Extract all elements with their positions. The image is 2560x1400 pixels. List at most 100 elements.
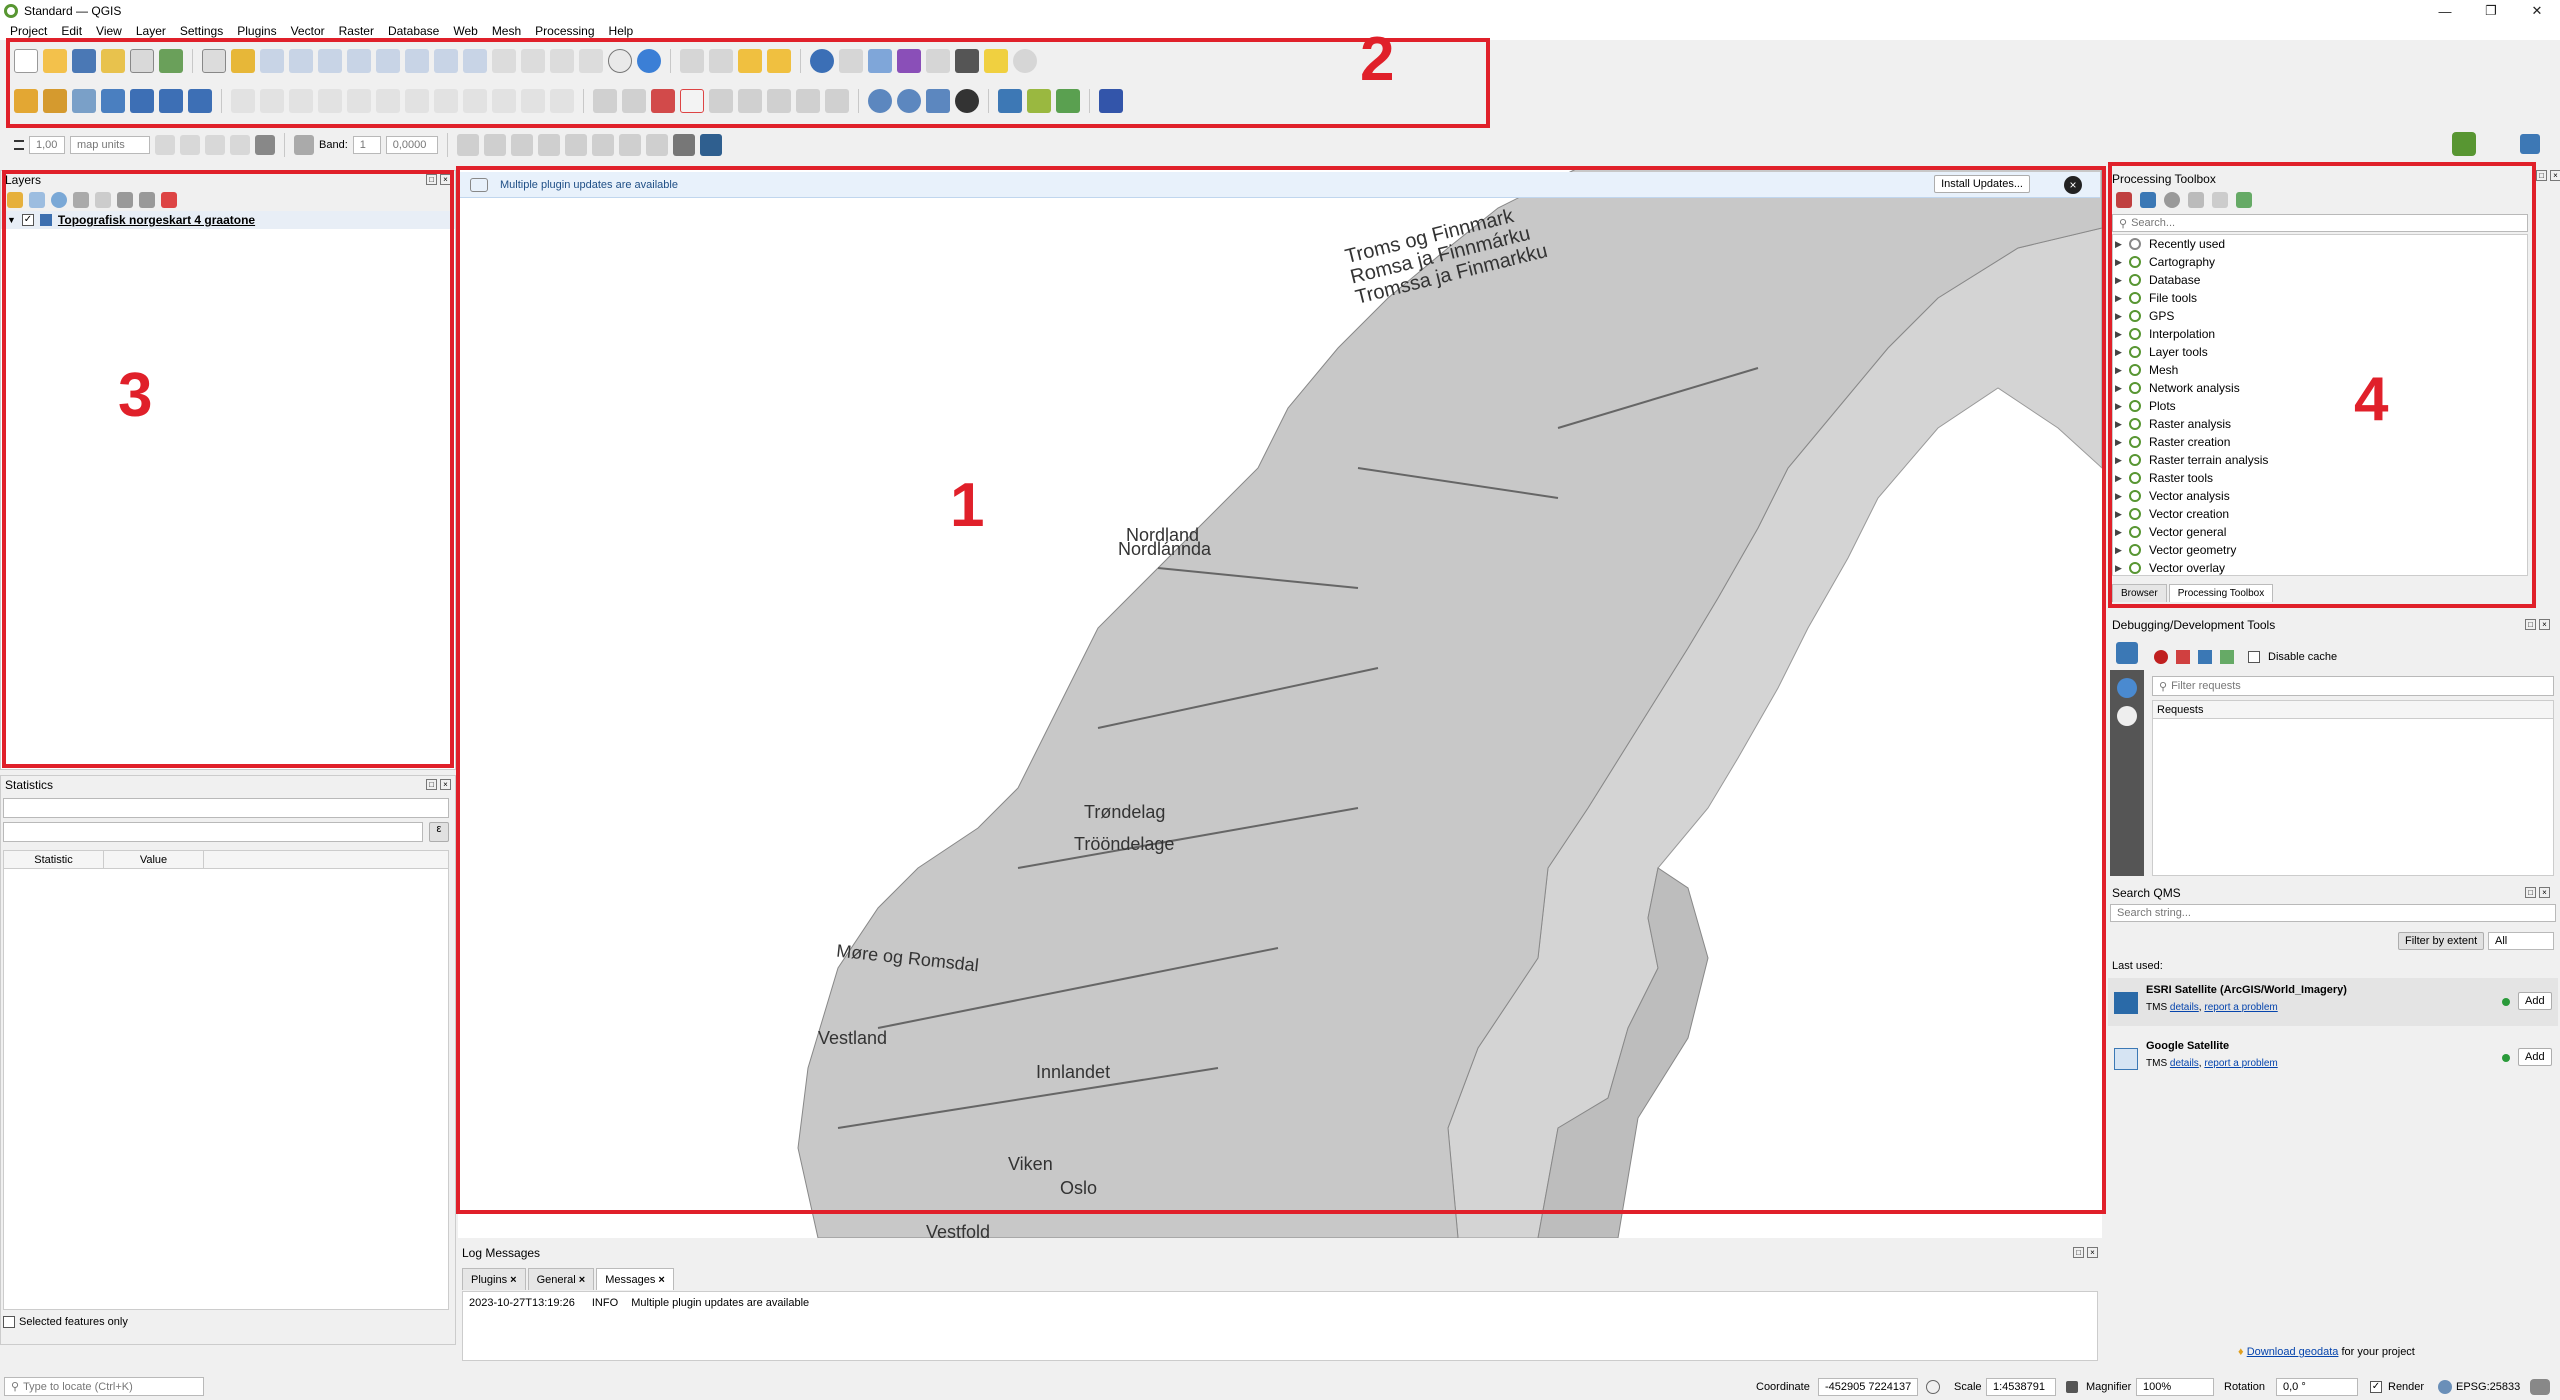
remove-layer-icon[interactable] <box>161 192 177 208</box>
selected-only-checkbox[interactable] <box>3 1316 15 1328</box>
locator-search-icon[interactable] <box>2452 132 2476 156</box>
qms-icon[interactable] <box>926 89 950 113</box>
annotation-3-icon[interactable] <box>510 134 533 156</box>
toggle-extents-icon[interactable] <box>1926 1380 1940 1394</box>
metasearch-icon[interactable] <box>897 89 921 113</box>
vertex-tool-icon[interactable] <box>347 89 371 113</box>
menu-settings[interactable]: Settings <box>180 24 223 38</box>
collapse-all-icon[interactable] <box>139 192 155 208</box>
models-icon[interactable] <box>2116 192 2132 208</box>
move-label-icon[interactable] <box>738 89 762 113</box>
service-report-link[interactable]: report a problem <box>2204 1002 2277 1013</box>
deselect-icon[interactable] <box>738 49 762 73</box>
download-geodata-link[interactable]: Download geodata <box>2247 1346 2339 1358</box>
service-report-link[interactable]: report a problem <box>2204 1058 2277 1069</box>
tree-plots[interactable]: ▶ Plots <box>2115 397 2525 415</box>
attribute-table-icon[interactable] <box>839 49 863 73</box>
restore-button[interactable]: ❐ <box>2468 0 2514 22</box>
menu-mesh[interactable]: Mesh <box>492 24 521 38</box>
float-qms-icon[interactable]: □ <box>2525 887 2536 898</box>
disable-cache-checkbox[interactable] <box>2248 651 2260 663</box>
save-log-icon[interactable] <box>2198 650 2212 664</box>
scale-input[interactable]: 1:4538791 <box>1986 1378 2056 1396</box>
save-edits-icon[interactable] <box>289 89 313 113</box>
minimize-button[interactable]: — <box>2422 0 2468 22</box>
field-select[interactable] <box>3 822 423 842</box>
zoom-layer-icon[interactable] <box>376 49 400 73</box>
change-label-icon[interactable] <box>796 89 820 113</box>
options-wrench-icon[interactable] <box>2236 192 2252 208</box>
plugin-reloader-icon[interactable] <box>1027 89 1051 113</box>
add-raster-layer-icon[interactable] <box>101 89 125 113</box>
tree-vector-analysis[interactable]: ▶ Vector analysis <box>2115 487 2525 505</box>
add-vector-layer-icon[interactable] <box>72 89 96 113</box>
map-tips-icon[interactable] <box>984 49 1008 73</box>
tree-raster-terrain[interactable]: ▶ Raster terrain analysis <box>2115 451 2525 469</box>
tree-recently-used[interactable]: ▶ Recently used <box>2115 235 2525 253</box>
menu-layer[interactable]: Layer <box>136 24 166 38</box>
edit-pencil-icon[interactable] <box>231 89 255 113</box>
decorations-icon[interactable] <box>1013 49 1037 73</box>
rotation-input[interactable]: 0,0 ° <box>2276 1378 2358 1396</box>
service-details-link[interactable]: details <box>2170 1002 2199 1013</box>
menu-processing[interactable]: Processing <box>535 24 594 38</box>
tile-plugin-icon[interactable] <box>955 89 979 113</box>
layer-labeling-icon[interactable] <box>622 89 646 113</box>
service-details-link[interactable]: details <box>2170 1058 2199 1069</box>
add-wms-icon[interactable] <box>130 89 154 113</box>
tree-vector-overlay[interactable]: ▶ Vector overlay <box>2115 559 2525 575</box>
tree-raster-tools[interactable]: ▶ Raster tools <box>2115 469 2525 487</box>
close-panel-icon[interactable]: × <box>440 174 451 185</box>
qms-filter-select[interactable]: All <box>2488 932 2554 950</box>
annotation-8-icon[interactable] <box>645 134 668 156</box>
zoom-native-icon[interactable] <box>405 49 429 73</box>
crs-button[interactable]: EPSG:25833 <box>2456 1381 2520 1393</box>
tree-cartography[interactable]: ▶ Cartography <box>2115 253 2525 271</box>
label-toolbar-icon[interactable] <box>593 89 617 113</box>
install-updates-button[interactable]: Install Updates... <box>1934 175 2030 193</box>
new-map-view-icon[interactable] <box>492 49 516 73</box>
pan-to-selection-icon[interactable] <box>231 49 255 73</box>
new-3d-view-icon[interactable] <box>521 49 545 73</box>
manage-visibility-icon[interactable] <box>51 192 67 208</box>
temporal-controller-icon[interactable] <box>608 49 632 73</box>
float-panel-icon[interactable]: □ <box>426 174 437 185</box>
float-processing-icon[interactable]: □ <box>2536 170 2547 181</box>
close-debug-icon[interactable]: × <box>2539 619 2550 630</box>
width-input[interactable]: 1,00 <box>29 136 65 154</box>
log-text-area[interactable]: 2023-10-27T13:19:26 INFO Multiple plugin… <box>462 1291 2098 1361</box>
tab-messages[interactable]: Messages × <box>596 1268 674 1290</box>
zoom-selection-icon[interactable] <box>347 49 371 73</box>
add-service-button[interactable]: Add <box>2518 992 2552 1010</box>
zoom-next-icon[interactable] <box>463 49 487 73</box>
tree-layer-tools[interactable]: ▶ Layer tools <box>2115 343 2525 361</box>
digitize-icon[interactable] <box>318 89 342 113</box>
paste-icon[interactable] <box>492 89 516 113</box>
expression-button[interactable]: ε <box>429 822 449 842</box>
tree-database[interactable]: ▶ Database <box>2115 271 2525 289</box>
tab-general[interactable]: General × <box>527 1268 595 1290</box>
shape-digitizing-icon[interactable] <box>205 135 225 155</box>
close-stats-icon[interactable]: × <box>440 779 451 790</box>
modify-attributes-icon[interactable] <box>376 89 400 113</box>
annotation-4-icon[interactable] <box>537 134 560 156</box>
rotate-label-icon[interactable] <box>767 89 791 113</box>
units-select[interactable]: map units <box>70 136 150 154</box>
globe-search-icon[interactable] <box>868 89 892 113</box>
highlight-label-icon[interactable] <box>709 89 733 113</box>
show-hide-label-icon[interactable] <box>825 89 849 113</box>
identify-icon[interactable] <box>810 49 834 73</box>
tree-mesh[interactable]: ▶ Mesh <box>2115 361 2525 379</box>
qms-service-item[interactable]: Google Satellite TMS details, report a p… <box>2108 1034 2558 1082</box>
menu-project[interactable]: Project <box>10 24 47 38</box>
tree-network-analysis[interactable]: ▶ Network analysis <box>2115 379 2525 397</box>
annotation-7-icon[interactable] <box>618 134 641 156</box>
qms-search-input[interactable]: Search string... <box>2110 904 2556 922</box>
render-checkbox[interactable]: ✓ <box>2370 1381 2382 1393</box>
float-log-icon[interactable]: □ <box>2073 1247 2084 1258</box>
redo-icon[interactable] <box>550 89 574 113</box>
add-group-icon[interactable] <box>29 192 45 208</box>
magnifier-input[interactable]: 100% <box>2136 1378 2214 1396</box>
snapping-icon[interactable] <box>155 135 175 155</box>
close-tab-icon[interactable]: × <box>658 1274 664 1286</box>
